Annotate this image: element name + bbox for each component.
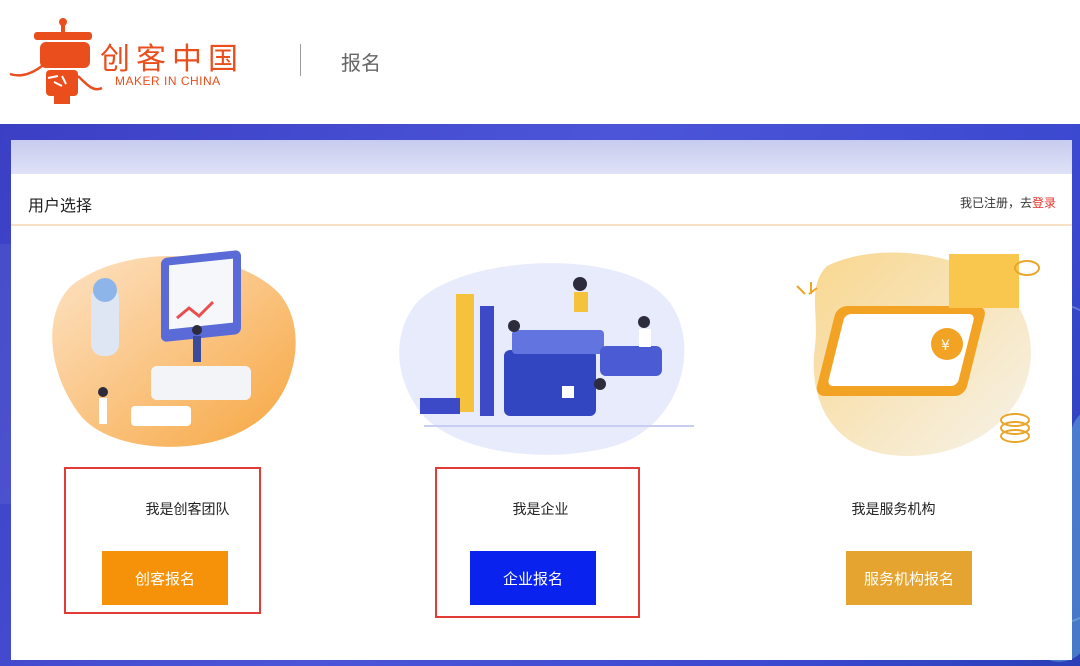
login-link[interactable]: 登录	[1032, 196, 1056, 210]
login-prompt: 我已注册，去登录	[960, 194, 1056, 211]
card-title: 用户选择	[28, 196, 93, 215]
enterprise-illustration	[399, 263, 694, 455]
card-header: 用户选择 我已注册，去登录	[11, 174, 1072, 226]
highlight-box	[435, 467, 640, 618]
option-maker-team: 我是创客团队 创客报名	[11, 226, 364, 660]
maker-robot-logo-icon[interactable]	[8, 16, 108, 112]
page-title: 报名	[341, 51, 381, 75]
option-enterprise: 我是企业 企业报名	[364, 226, 717, 660]
highlight-box	[64, 467, 261, 614]
maker-team-illustration	[52, 250, 296, 447]
svg-text:¥: ¥	[941, 338, 950, 354]
user-selection-card: 用户选择 我已注册，去登录 我是创客团队 创客报名 我是企业 企业报名 ¥ 我是…	[11, 140, 1072, 660]
card-top-strip	[11, 140, 1072, 174]
option-service-organization: ¥ 我是服务机构 服务机构报名	[717, 226, 1070, 660]
service-organization-illustration: ¥	[796, 252, 1040, 456]
login-prompt-text: 我已注册，去	[959, 196, 1032, 210]
brand-name-en: MAKER IN CHINA	[115, 74, 221, 88]
option-label: 我是服务机构	[851, 502, 936, 518]
site-header: 创客中国 MAKER IN CHINA 报名	[0, 0, 1080, 124]
brand-name: 创客中国	[100, 42, 244, 77]
header-divider	[300, 44, 301, 76]
service-register-button[interactable]: 服务机构报名	[846, 551, 972, 605]
